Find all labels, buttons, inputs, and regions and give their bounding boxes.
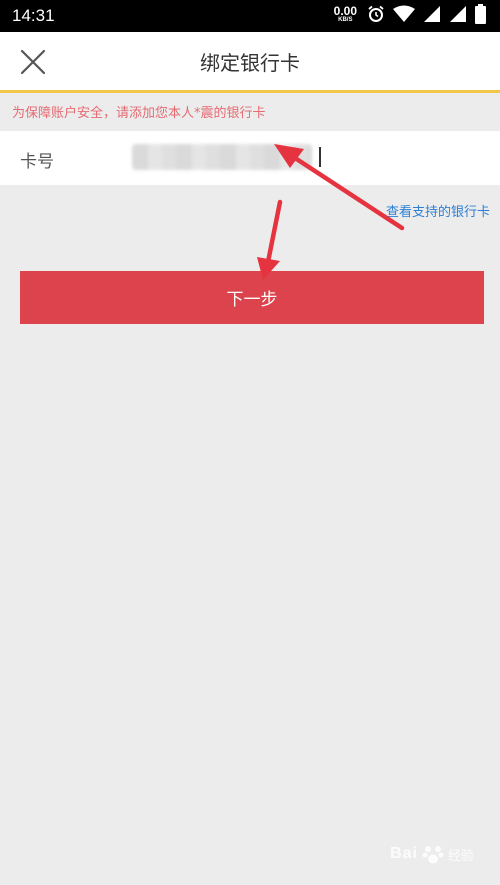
card-number-label: 卡号 (20, 152, 54, 172)
status-time: 14:31 (12, 6, 55, 25)
wifi-icon (393, 5, 415, 22)
paw-icon (422, 846, 444, 864)
baidu-watermark: Bai 经验 (390, 843, 474, 865)
network-speed: 0.00 KB/S (334, 5, 357, 23)
watermark-sub: 经验 (447, 848, 474, 864)
status-bar: 14:31 0.00 KB/S (0, 0, 500, 32)
card-number-row: 卡号 (0, 131, 500, 185)
page-title: 绑定银行卡 (200, 51, 300, 75)
watermark-text: Bai (390, 845, 418, 862)
navigation-bar: 绑定银行卡 (0, 32, 500, 93)
next-step-button[interactable]: 下一步 (20, 271, 484, 324)
security-notice: 为保障账户安全，请添加您本人*震的银行卡 (12, 106, 266, 121)
alarm-icon (368, 5, 384, 22)
signal-icon (450, 6, 466, 22)
supported-banks-link[interactable]: 查看支持的银行卡 (386, 201, 490, 220)
battery-icon (475, 4, 486, 24)
network-speed-unit: KB/S (338, 17, 353, 23)
text-cursor (319, 147, 321, 167)
arrow-to-next-button (257, 199, 283, 280)
card-number-input[interactable] (132, 144, 326, 172)
signal-icon (424, 6, 440, 22)
status-icons: 0.00 KB/S (334, 4, 486, 24)
network-speed-value: 0.00 (333, 4, 357, 18)
